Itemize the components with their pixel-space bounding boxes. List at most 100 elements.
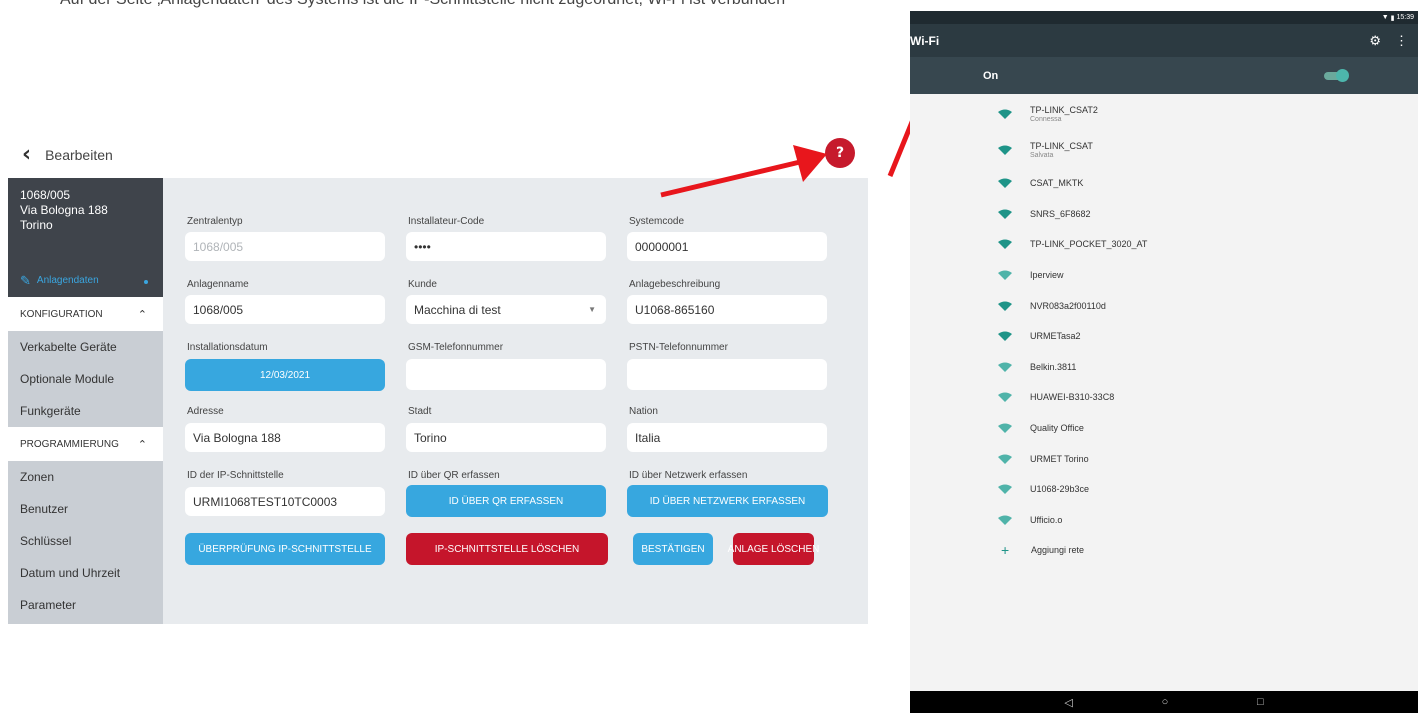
wifi-icon [998,239,1012,250]
wifi-icon [998,145,1012,155]
network-name: URMETasa2 [1030,331,1081,342]
adresse-field[interactable]: Via Bologna 188 [185,423,385,452]
active-dot-icon [144,280,148,284]
wifi-status-icon: ▼ [1381,14,1391,21]
network-name: TP-LINK_CSAT2 [1030,104,1098,115]
more-vert-icon[interactable]: ⋮ [1395,33,1408,49]
check-ip-interface-button[interactable]: ÜBERPRÜFUNG IP-SCHNITTSTELLE [185,533,385,565]
wifi-icon [998,209,1012,219]
sidebar-section-konfiguration[interactable]: KONFIGURATION ⌃ [8,297,163,331]
delete-system-button[interactable]: ANLAGE LÖSCHEN [728,533,819,565]
confirm-button[interactable]: BESTÄTIGEN [633,533,713,565]
wifi-master-switch[interactable]: On [910,57,1418,94]
pstn-label: PSTN-Telefonnummer [629,342,728,353]
network-row[interactable]: Ufficio.o [910,505,1418,536]
sidebar-item-datum-uhrzeit[interactable]: Datum und Uhrzeit [8,557,163,589]
network-row[interactable]: TP-LINK_POCKET_3020_AT [910,229,1418,260]
qr-label: ID über QR erfassen [408,470,500,481]
network-row[interactable]: URMET Torino [910,443,1418,474]
on-label: On [983,69,999,82]
installationsdatum-button[interactable]: 12/03/2021 [185,359,385,391]
zentralentyp-field: 1068/005 [185,232,385,261]
network-row[interactable]: TP-LINK_CSAT2 Connessa [910,96,1418,132]
sidebar-item-schluessel[interactable]: Schlüssel [8,525,163,557]
delete-ip-interface-button[interactable]: IP-SCHNITTSTELLE LÖSCHEN [406,533,608,565]
sidebar-device-info: 1068/005 Via Bologna 188 Torino ✎ Anlage… [8,178,163,297]
wifi-icon [998,109,1012,119]
pencil-icon: ✎ [20,273,31,288]
anlagebeschreibung-field[interactable]: U1068-865160 [627,295,827,324]
network-row[interactable]: Iperview [910,260,1418,291]
status-bar: ▼ ▮ 15:39 [910,11,1418,24]
network-name: SNRS_6F8682 [1030,208,1091,219]
network-row[interactable]: HUAWEI-B310-33C8 [910,382,1418,413]
sidebar-item-label: Anlagendaten [36,275,99,286]
anlagenname-field[interactable]: 1068/005 [185,295,385,324]
chevron-up-icon: ⌃ [137,438,147,451]
recents-square-icon[interactable]: □ [1257,696,1264,708]
sidebar-section-programmierung[interactable]: PROGRAMMIERUNG ⌃ [8,427,163,461]
gsm-field[interactable] [406,359,606,390]
home-circle-icon[interactable]: ○ [1162,696,1169,708]
sidebar-item-anlagendaten[interactable]: ✎ Anlagendaten [20,273,99,288]
wifi-icon [998,484,1012,495]
kunde-select[interactable]: Macchina di test ▼ [406,295,606,324]
wifi-icon [998,515,1012,525]
network-label: ID über Netzwerk erfassen [629,470,748,481]
systemcode-field[interactable]: 00000001 [627,232,827,261]
pstn-field[interactable] [627,359,827,390]
toggle-switch[interactable] [1324,68,1349,82]
gear-icon[interactable]: ⚙ [1369,33,1381,49]
network-row[interactable]: Belkin.3811 [910,352,1418,383]
back-triangle-icon[interactable]: ◁ [1064,696,1072,709]
add-network-label: Aggiungi rete [1031,545,1085,556]
ip-interface-field[interactable]: URMI1068TEST10TC0003 [185,487,385,516]
kunde-value: Macchina di test [414,302,501,317]
section-label: PROGRAMMIERUNG [20,438,119,450]
red-arrow-to-unlink [660,145,827,198]
nation-field[interactable]: Italia [627,423,827,452]
instruction-text: Auf der Seite ‚Anlagendaten' des Systems… [60,0,785,9]
network-list: TP-LINK_CSAT2 Connessa TP-LINK_CSAT Salvat… [910,94,1418,565]
android-wifi-screen: ▼ ▮ 15:39 Wi-Fi ⚙ ⋮ On TP-LINK_CSAT2 Conn… [910,11,1418,713]
installateur-code-field[interactable]: •••• [406,232,606,261]
stadt-field[interactable]: Torino [406,423,606,452]
installationsdatum-label: Installationsdatum [187,342,268,353]
network-row[interactable]: URMETasa2 [910,321,1418,352]
network-row[interactable]: U1068-29b3ce [910,474,1418,505]
add-network-row[interactable]: + Aggiungi rete [910,535,1418,565]
network-name: Iperview [1030,270,1064,281]
network-row[interactable]: SNRS_6F8682 [910,199,1418,230]
network-row[interactable]: Quality Office [910,413,1418,444]
network-name: NVR083a2f00110d [1030,300,1106,311]
sidebar-item-benutzer[interactable]: Benutzer [8,493,163,525]
network-name: Quality Office [1030,423,1084,434]
wifi-icon [998,178,1012,189]
sidebar-item-verkabelte-geraete[interactable]: Verkabelte Geräte [8,331,163,363]
sidebar-item-parameter[interactable]: Parameter [8,589,163,621]
section-label: KONFIGURATION [20,308,103,320]
scan-qr-button[interactable]: ID ÜBER QR ERFASSEN [406,485,606,517]
toggle-knob [1336,68,1349,82]
system-data-form: Zentralentyp 1068/005 Installateur-Code … [163,178,868,624]
sidebar-item-funkgeraete[interactable]: Funkgeräte [8,395,163,427]
sidebar-item-zonen[interactable]: Zonen [8,461,163,493]
network-row[interactable]: NVR083a2f00110d [910,290,1418,321]
network-row[interactable]: CSAT_MKTK [910,168,1418,199]
anlagebeschreibung-label: Anlagebeschreibung [629,279,721,290]
network-row[interactable]: TP-LINK_CSAT Salvata [910,132,1418,168]
kunde-label: Kunde [408,279,437,290]
wifi-title: Wi-Fi [910,33,940,48]
back-chevron-icon[interactable]: ‹ [22,144,31,166]
android-nav-bar: ◁ ○ □ [910,691,1418,713]
sidebar-item-optionale-module[interactable]: Optionale Module [8,363,163,395]
dropdown-arrow-icon: ▼ [588,305,596,314]
network-name: U1068-29b3ce [1030,484,1090,495]
sidebar: 1068/005 Via Bologna 188 Torino ✎ Anlage… [8,178,163,624]
wifi-icon [998,270,1012,281]
network-name: CSAT_MKTK [1030,178,1084,189]
wifi-icon [998,301,1012,311]
network-status: Salvata [1030,151,1054,159]
scan-network-button[interactable]: ID ÜBER NETZWERK ERFASSEN [627,485,828,517]
network-name: HUAWEI-B310-33C8 [1030,392,1115,403]
